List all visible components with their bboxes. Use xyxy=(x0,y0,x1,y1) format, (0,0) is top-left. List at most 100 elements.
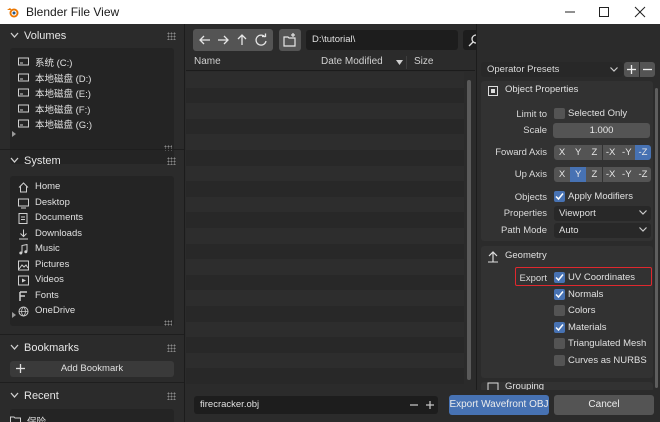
decrement-icon[interactable] xyxy=(410,404,418,406)
geometry-option-checkbox[interactable] xyxy=(554,305,565,317)
export-arrow-icon xyxy=(488,251,498,263)
drive-icon xyxy=(18,57,29,66)
properties-dropdown[interactable]: Viewport xyxy=(554,206,651,221)
axis-option-button[interactable]: Y xyxy=(570,145,587,160)
axis-option-button[interactable]: X xyxy=(554,145,570,160)
geometry-option-checkbox[interactable] xyxy=(554,338,565,350)
file-list-row xyxy=(186,321,464,338)
column-size-header[interactable]: Size xyxy=(414,56,433,70)
sidebar-item-label: Documents xyxy=(35,212,84,223)
forward-axis-selector: X Y Z -X -Y -Z xyxy=(554,145,651,160)
add-preset-button[interactable] xyxy=(624,62,639,77)
forward-axis-label: Foward Axis xyxy=(495,147,547,158)
forward-arrow-icon[interactable] xyxy=(217,34,230,46)
axis-option-button[interactable]: -Z xyxy=(635,145,651,160)
new-directory-button[interactable] xyxy=(279,29,301,51)
geometry-option-checkbox[interactable] xyxy=(554,355,565,366)
resize-grip-icon[interactable] xyxy=(164,320,172,326)
axis-option-button[interactable]: -X xyxy=(602,145,619,160)
sidebar: Volumes 系统 (C:) 本地磁盘 (D:) 本地磁盘 (E:) 本地磁盘 (F… xyxy=(0,24,185,422)
chevron-down-icon xyxy=(610,67,618,72)
home-icon xyxy=(18,182,29,193)
maximize-button[interactable] xyxy=(586,0,622,24)
axis-option-button[interactable]: -Z xyxy=(635,167,651,182)
onedrive-icon xyxy=(18,306,29,317)
back-arrow-icon[interactable] xyxy=(198,34,211,46)
column-date-header[interactable]: Date Modified xyxy=(321,56,383,70)
sidebar-item-label: Pictures xyxy=(35,258,70,270)
drag-grip-icon[interactable] xyxy=(167,392,176,400)
filename-field[interactable]: firecracker.obj xyxy=(194,396,438,414)
volumes-header[interactable]: Volumes xyxy=(0,26,184,46)
geometry-option-checkbox[interactable] xyxy=(554,272,565,283)
checkmark-icon xyxy=(555,193,564,201)
geometry-option-checkbox[interactable] xyxy=(554,288,565,300)
file-list-row xyxy=(186,368,464,384)
documents-icon xyxy=(18,213,28,224)
file-list-row xyxy=(186,306,464,322)
axis-option-button[interactable]: X xyxy=(554,167,570,182)
operator-presets-dropdown[interactable]: Operator Presets xyxy=(481,62,623,77)
videos-icon xyxy=(18,275,29,286)
operator-panel-scrollbar[interactable] xyxy=(655,88,658,388)
bookmarks-header[interactable]: Bookmarks xyxy=(0,338,184,358)
axis-option-button[interactable]: Z xyxy=(586,167,603,182)
close-button[interactable] xyxy=(622,0,658,24)
drag-grip-icon[interactable] xyxy=(167,32,176,40)
window-title: Blender File View xyxy=(26,5,120,19)
directory-path-field[interactable]: D:\tutorial\ xyxy=(306,30,458,50)
system-header-label: System xyxy=(24,155,61,167)
geometry-header[interactable]: Geometry xyxy=(485,249,655,265)
cancel-button-label: Cancel xyxy=(588,399,620,410)
file-list-row xyxy=(186,352,464,369)
fonts-icon xyxy=(19,290,27,301)
checkmark-icon xyxy=(555,290,564,298)
divider xyxy=(0,149,184,150)
geometry-option-checkbox[interactable] xyxy=(554,321,565,333)
drag-grip-icon[interactable] xyxy=(167,344,176,352)
minimize-button[interactable] xyxy=(552,0,588,24)
path-mode-dropdown[interactable]: Auto xyxy=(554,223,651,238)
sidebar-item-label: Desktop xyxy=(35,196,70,208)
object-properties-header[interactable]: Object Properties xyxy=(485,83,655,99)
drag-grip-icon[interactable] xyxy=(167,157,176,165)
axis-option-button[interactable]: -X xyxy=(602,167,619,182)
file-list-row xyxy=(186,259,464,275)
file-list-row xyxy=(186,134,464,150)
export-button[interactable]: Export Wavefront OBJ xyxy=(449,395,549,415)
cancel-button[interactable]: Cancel xyxy=(554,395,654,415)
limit-to-label: Limit to xyxy=(516,109,547,120)
sidebar-item-label: 系统 (C:) xyxy=(35,58,73,69)
sidebar-item-label: 本地磁盘 (D:) xyxy=(35,73,92,85)
scale-field[interactable]: 1.000 xyxy=(553,123,650,138)
plus-icon xyxy=(627,65,636,74)
refresh-icon[interactable] xyxy=(254,33,268,47)
add-bookmark-button[interactable]: Add Bookmark xyxy=(10,361,174,377)
remove-preset-button[interactable] xyxy=(640,62,655,77)
column-name-header[interactable]: Name xyxy=(194,56,221,70)
bookmarks-header-label: Bookmarks xyxy=(24,342,80,354)
sidebar-item-label: Home xyxy=(35,181,61,192)
column-divider xyxy=(406,56,407,69)
sort-descending-icon[interactable] xyxy=(396,60,403,65)
selected-only-checkbox[interactable] xyxy=(554,108,565,119)
sidebar-item-label: Fonts xyxy=(35,289,59,301)
recent-header[interactable]: Recent xyxy=(0,386,184,406)
file-list[interactable] xyxy=(186,72,475,388)
increment-icon[interactable] xyxy=(426,401,434,409)
expand-triangle-icon[interactable] xyxy=(12,312,16,318)
chevron-down-icon xyxy=(10,157,19,163)
drive-icon xyxy=(18,119,29,128)
axis-option-button[interactable]: -Y xyxy=(618,167,635,182)
axis-option-button[interactable]: Z xyxy=(586,145,603,160)
parent-directory-icon[interactable] xyxy=(236,33,248,46)
path-mode-value: Auto xyxy=(559,225,579,236)
axis-option-button[interactable]: -Y xyxy=(618,145,635,160)
file-list-row xyxy=(186,150,464,166)
axis-option-button[interactable]: Y xyxy=(570,167,587,182)
system-header[interactable]: System xyxy=(0,151,184,171)
file-list-scrollbar[interactable] xyxy=(467,80,471,380)
apply-modifiers-checkbox[interactable] xyxy=(554,191,565,202)
expand-triangle-icon[interactable] xyxy=(12,131,16,137)
object-properties-title: Object Properties xyxy=(505,84,579,95)
